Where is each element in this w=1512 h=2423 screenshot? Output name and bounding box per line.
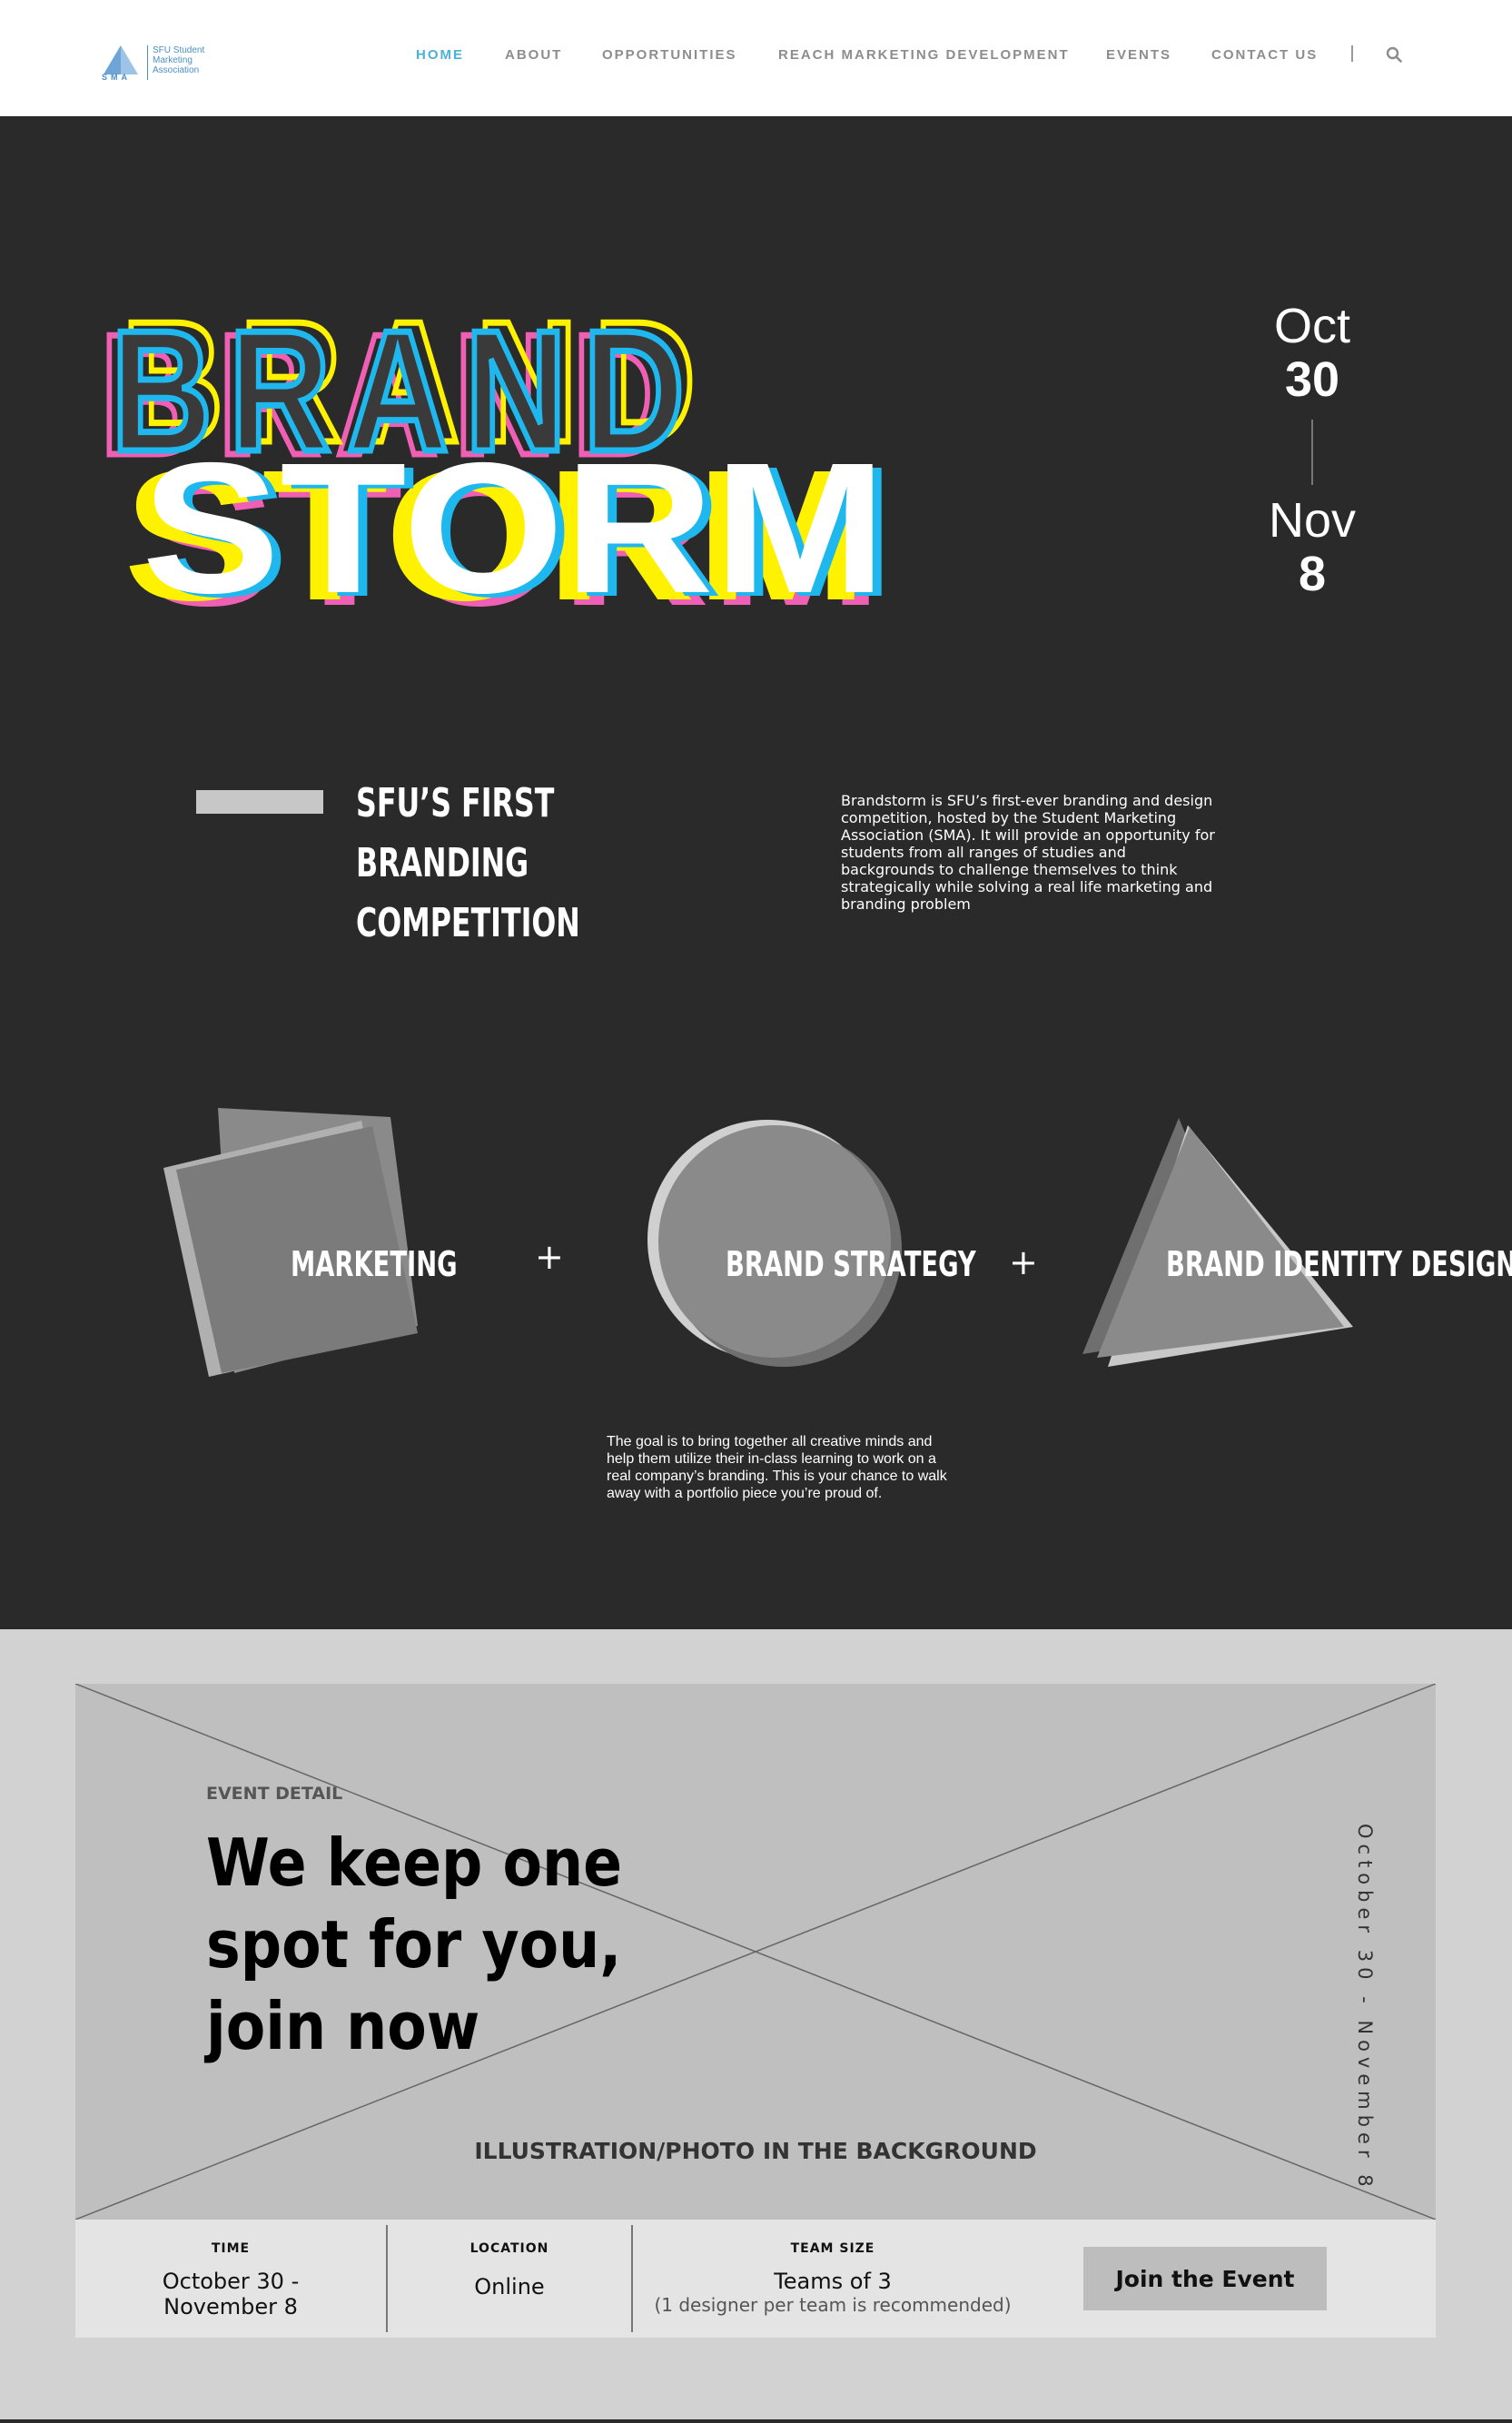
event-section: EVENT DETAIL We keep one spot for you, j… bbox=[0, 1629, 1512, 2423]
location-label: LOCATION bbox=[469, 2241, 549, 2256]
team-size-value: Teams of 3 bbox=[774, 2269, 892, 2294]
first-branding-heading: SFU’S FIRST BRANDING COMPETITION bbox=[356, 780, 580, 946]
storm-white-layer: STORM bbox=[142, 424, 886, 627]
main-nav: HOME ABOUT OPPORTUNITIES REACH MARKETING… bbox=[0, 47, 1512, 65]
logo-line-3: Association bbox=[153, 65, 200, 75]
location-info: LOCATION Online bbox=[388, 2220, 631, 2338]
nav-reach-marketing-development[interactable]: REACH MARKETING DEVELOPMENT bbox=[778, 47, 1070, 63]
goal-paragraph: The goal is to bring together all creati… bbox=[607, 1434, 947, 1501]
competition-dates: Oct 30 Nov 8 bbox=[1217, 300, 1408, 601]
location-value: Online bbox=[474, 2274, 545, 2299]
plus-sign-2: + bbox=[1009, 1242, 1038, 1282]
time-value: October 30 - November 8 bbox=[162, 2269, 300, 2319]
illustration-caption: ILLUSTRATION/PHOTO IN THE BACKGROUND bbox=[474, 2138, 1037, 2164]
start-month: Oct bbox=[1273, 299, 1350, 353]
time-info: TIME October 30 - November 8 bbox=[75, 2220, 386, 2338]
brand-strategy-label: BRAND STRATEGY bbox=[726, 1244, 976, 1284]
nav-about[interactable]: ABOUT bbox=[505, 47, 562, 63]
marketing-label: MARKETING bbox=[291, 1244, 458, 1284]
plus-sign-1: + bbox=[535, 1237, 564, 1277]
footer-edge bbox=[0, 2419, 1512, 2423]
end-month: Nov bbox=[1268, 493, 1357, 548]
nav-home[interactable]: HOME bbox=[416, 47, 464, 63]
nav-events[interactable]: EVENTS bbox=[1106, 47, 1171, 63]
nav-opportunities[interactable]: OPPORTUNITIES bbox=[602, 47, 737, 63]
event-info-bar: TIME October 30 - November 8 LOCATION On… bbox=[75, 2220, 1436, 2338]
join-event-button[interactable]: Join the Event bbox=[1083, 2247, 1327, 2310]
start-day: 30 bbox=[1284, 352, 1340, 407]
event-heading: We keep one spot for you, join now bbox=[206, 1825, 623, 2064]
logo-abbr: SMA bbox=[102, 73, 131, 82]
intro-paragraph: Brandstorm is SFU’s first-ever branding … bbox=[841, 792, 1215, 913]
event-detail-label: EVENT DETAIL bbox=[206, 1784, 343, 1804]
illustration-placeholder: EVENT DETAIL We keep one spot for you, j… bbox=[75, 1684, 1436, 2220]
brand-identity-design-label: BRAND IDENTITY DESIGN bbox=[1166, 1244, 1512, 1284]
accent-bar bbox=[196, 790, 323, 814]
time-label: TIME bbox=[211, 2241, 251, 2256]
vertical-date-text: October 30 - November 8 bbox=[1354, 1824, 1376, 2192]
brandstorm-title: BRAND BRAND BRAND STORM STORM STORM STOR… bbox=[97, 283, 896, 628]
site-header: SFU Student Marketing Association SMA HO… bbox=[0, 0, 1512, 116]
nav-separator bbox=[1351, 45, 1353, 62]
team-size-label: TEAM SIZE bbox=[790, 2241, 875, 2256]
date-divider bbox=[1311, 420, 1313, 485]
search-icon[interactable] bbox=[1386, 46, 1402, 63]
team-size-info: TEAM SIZE Teams of 3 (1 designer per tea… bbox=[633, 2220, 1033, 2338]
end-day: 8 bbox=[1298, 547, 1327, 601]
nav-contact-us[interactable]: CONTACT US bbox=[1211, 47, 1318, 63]
vertical-date: October 30 - November 8 bbox=[1354, 1824, 1383, 2192]
team-size-note: (1 designer per team is recommended) bbox=[654, 2294, 1012, 2316]
